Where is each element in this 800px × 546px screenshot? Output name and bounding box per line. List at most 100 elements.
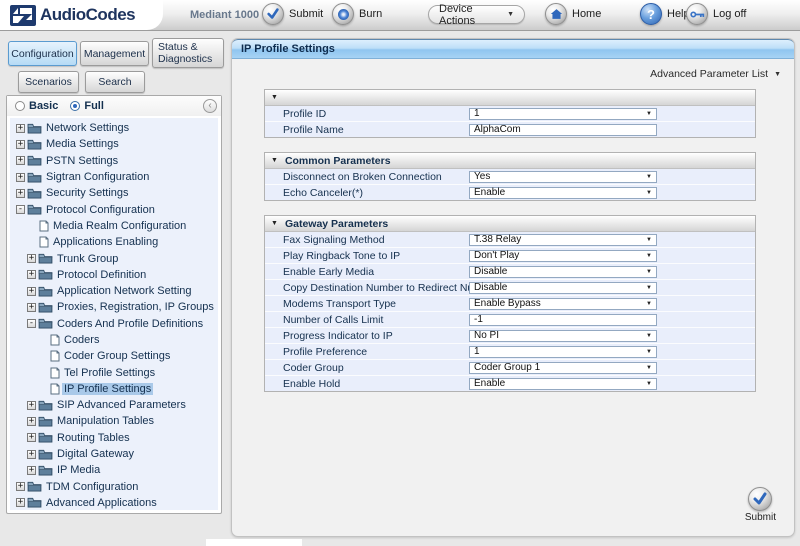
field-label: Copy Destination Number to Redirect Numb… — [265, 282, 469, 294]
tree-expand-toggle-icon[interactable]: + — [16, 156, 25, 165]
folder-icon — [27, 155, 42, 166]
radio-basic[interactable] — [15, 101, 25, 111]
tree-item-application-network-setting[interactable]: +Application Network Setting — [10, 283, 218, 299]
tab-search[interactable]: Search — [85, 71, 145, 93]
field-label: Enable Hold — [265, 378, 469, 390]
tree-item-protocol-definition[interactable]: + Protocol Definition — [10, 267, 218, 283]
echo-canceler-select[interactable]: Enable▼ — [469, 187, 657, 199]
tree-item-label: Protocol Configuration — [44, 204, 157, 216]
tree-expand-toggle-icon[interactable]: + — [16, 498, 25, 507]
tree-item-trunk-group[interactable]: +Trunk Group — [10, 250, 218, 266]
tab-label: Configuration — [11, 48, 73, 60]
tree-expand-toggle-icon[interactable]: + — [27, 401, 36, 410]
tree-item-routing-tables[interactable]: +Routing Tables — [10, 430, 218, 446]
tree-item-pstn-settings[interactable]: +PSTN Settings — [10, 153, 218, 169]
tree-item-label: Manipulation Tables — [55, 415, 156, 427]
burn-button[interactable]: Burn — [332, 3, 382, 25]
form-row-profile-name: Profile NameAlphaCom — [265, 122, 755, 137]
profile-preference-select[interactable]: 1▼ — [469, 346, 657, 358]
tree-item-ip-profile-settings[interactable]: IP Profile Settings — [10, 381, 218, 397]
tree-item-applications-enabling[interactable]: Applications Enabling — [10, 234, 218, 250]
tree-item-digital-gateway[interactable]: +Digital Gateway — [10, 446, 218, 462]
progress-indicator-to-ip-select[interactable]: No PI▼ — [469, 330, 657, 342]
tree-expand-toggle-icon[interactable]: + — [16, 173, 25, 182]
tree-expand-toggle-icon[interactable]: + — [27, 417, 36, 426]
tree-item-network-settings[interactable]: + Network Settings — [10, 120, 218, 136]
folder-icon — [27, 188, 42, 199]
tree-expand-toggle-icon[interactable]: + — [27, 270, 36, 279]
tree-expand-toggle-icon[interactable]: + — [27, 433, 36, 442]
tree-item-coders[interactable]: Coders — [10, 332, 218, 348]
tree-item-coders-and-profile-definitions[interactable]: -Coders And Profile Definitions — [10, 316, 218, 332]
tree-expand-toggle-icon[interactable]: + — [27, 303, 36, 312]
tree-item-proxies-registration-ip-groups[interactable]: +Proxies, Registration, IP Groups — [10, 299, 218, 315]
enable-early-media-select[interactable]: Disable▼ — [469, 266, 657, 278]
tab-status-diagnostics[interactable]: Status & Diagnostics — [152, 38, 224, 68]
section-header[interactable]: ▼ — [265, 90, 755, 106]
help-button[interactable]: ? Help — [640, 3, 690, 25]
submit-button-bottom[interactable]: Submit — [745, 487, 776, 523]
tree-item-manipulation-tables[interactable]: + Manipulation Tables — [10, 413, 218, 429]
tab-configuration[interactable]: Configuration — [8, 41, 77, 66]
tree-item-sigtran-configuration[interactable]: +Sigtran Configuration — [10, 169, 218, 185]
tree-item-ip-media[interactable]: +IP Media — [10, 462, 218, 478]
tab-scenarios[interactable]: Scenarios — [18, 71, 79, 93]
disconnect-on-broken-connection-select[interactable]: Yes▼ — [469, 171, 657, 183]
tree-item-tel-profile-settings[interactable]: Tel Profile Settings — [10, 364, 218, 380]
radio-full[interactable] — [70, 101, 80, 111]
field-label: Echo Canceler(*) — [265, 187, 469, 199]
tree-expand-toggle-icon[interactable]: + — [16, 140, 25, 149]
section-header[interactable]: ▼Gateway Parameters — [265, 216, 755, 232]
home-button[interactable]: Home — [545, 3, 601, 25]
section-header[interactable]: ▼Common Parameters — [265, 153, 755, 169]
sidebar-collapse-button[interactable]: ‹ — [203, 99, 217, 113]
dropdown-arrow-icon: ▼ — [646, 333, 652, 339]
field-label: Enable Early Media — [265, 266, 469, 278]
tree-item-tdm-configuration[interactable]: +TDM Configuration — [10, 479, 218, 495]
dropdown-arrow-icon: ▼ — [646, 381, 652, 387]
tree-expand-toggle-icon[interactable]: + — [16, 124, 25, 133]
submit-button[interactable]: Submit — [262, 3, 323, 25]
number-of-calls-limit-input[interactable]: -1 — [469, 314, 657, 326]
advanced-parameter-list-toggle[interactable]: Advanced Parameter List ▼ — [650, 68, 781, 80]
tree-expand-toggle-icon[interactable]: + — [27, 450, 36, 459]
modems-transport-type-select[interactable]: Enable Bypass▼ — [469, 298, 657, 310]
copy-destination-number-to-redirect-number-select[interactable]: Disable▼ — [469, 282, 657, 294]
tree-item-media-realm-configuration[interactable]: Media Realm Configuration — [10, 218, 218, 234]
section-title: Gateway Parameters — [285, 218, 388, 230]
tree-item-protocol-configuration[interactable]: - Protocol Configuration — [10, 201, 218, 217]
field-label: Coder Group — [265, 362, 469, 374]
logoff-button[interactable]: Log off — [686, 3, 746, 25]
tree-expand-toggle-icon[interactable]: + — [27, 466, 36, 475]
logoff-label: Log off — [713, 8, 746, 20]
tab-management[interactable]: Management — [80, 41, 149, 66]
sidebar-tabs: Configuration Management Status & Diagno… — [5, 36, 227, 94]
fax-signaling-method-select[interactable]: T.38 Relay▼ — [469, 234, 657, 246]
tree-expand-toggle-icon[interactable]: - — [27, 319, 36, 328]
tree-expand-toggle-icon[interactable]: + — [16, 189, 25, 198]
tree-item-label: Protocol Definition — [55, 269, 148, 281]
folder-icon — [27, 204, 42, 215]
form-section-profile: ▼Profile ID1▼Profile NameAlphaCom — [264, 89, 756, 138]
brand-name: AudioCodes — [40, 5, 135, 25]
tree-item-security-settings[interactable]: +Security Settings — [10, 185, 218, 201]
tree-expand-toggle-icon[interactable]: + — [16, 482, 25, 491]
tree-item-label: Network Settings — [44, 122, 131, 134]
tree-expand-toggle-icon[interactable]: + — [27, 254, 36, 263]
tree-item-coder-group-settings[interactable]: Coder Group Settings — [10, 348, 218, 364]
enable-hold-select[interactable]: Enable▼ — [469, 378, 657, 390]
play-ringback-tone-to-ip-select[interactable]: Don't Play▼ — [469, 250, 657, 262]
coder-group-select[interactable]: Coder Group 1▼ — [469, 362, 657, 374]
file-icon — [39, 236, 49, 248]
tree-expand-toggle-icon[interactable]: - — [16, 205, 25, 214]
selected-value: 1 — [474, 108, 480, 119]
folder-icon — [38, 253, 53, 264]
field-label: Profile Preference — [265, 346, 469, 358]
device-actions-dropdown[interactable]: Device Actions ▼ — [428, 5, 525, 24]
profile-id-select[interactable]: 1▼ — [469, 108, 657, 120]
tree-expand-toggle-icon[interactable]: + — [27, 287, 36, 296]
tree-item-media-settings[interactable]: +Media Settings — [10, 136, 218, 152]
profile-name-input[interactable]: AlphaCom — [469, 124, 657, 136]
tree-item-advanced-applications[interactable]: +Advanced Applications — [10, 495, 218, 510]
tree-item-sip-advanced-parameters[interactable]: +SIP Advanced Parameters — [10, 397, 218, 413]
